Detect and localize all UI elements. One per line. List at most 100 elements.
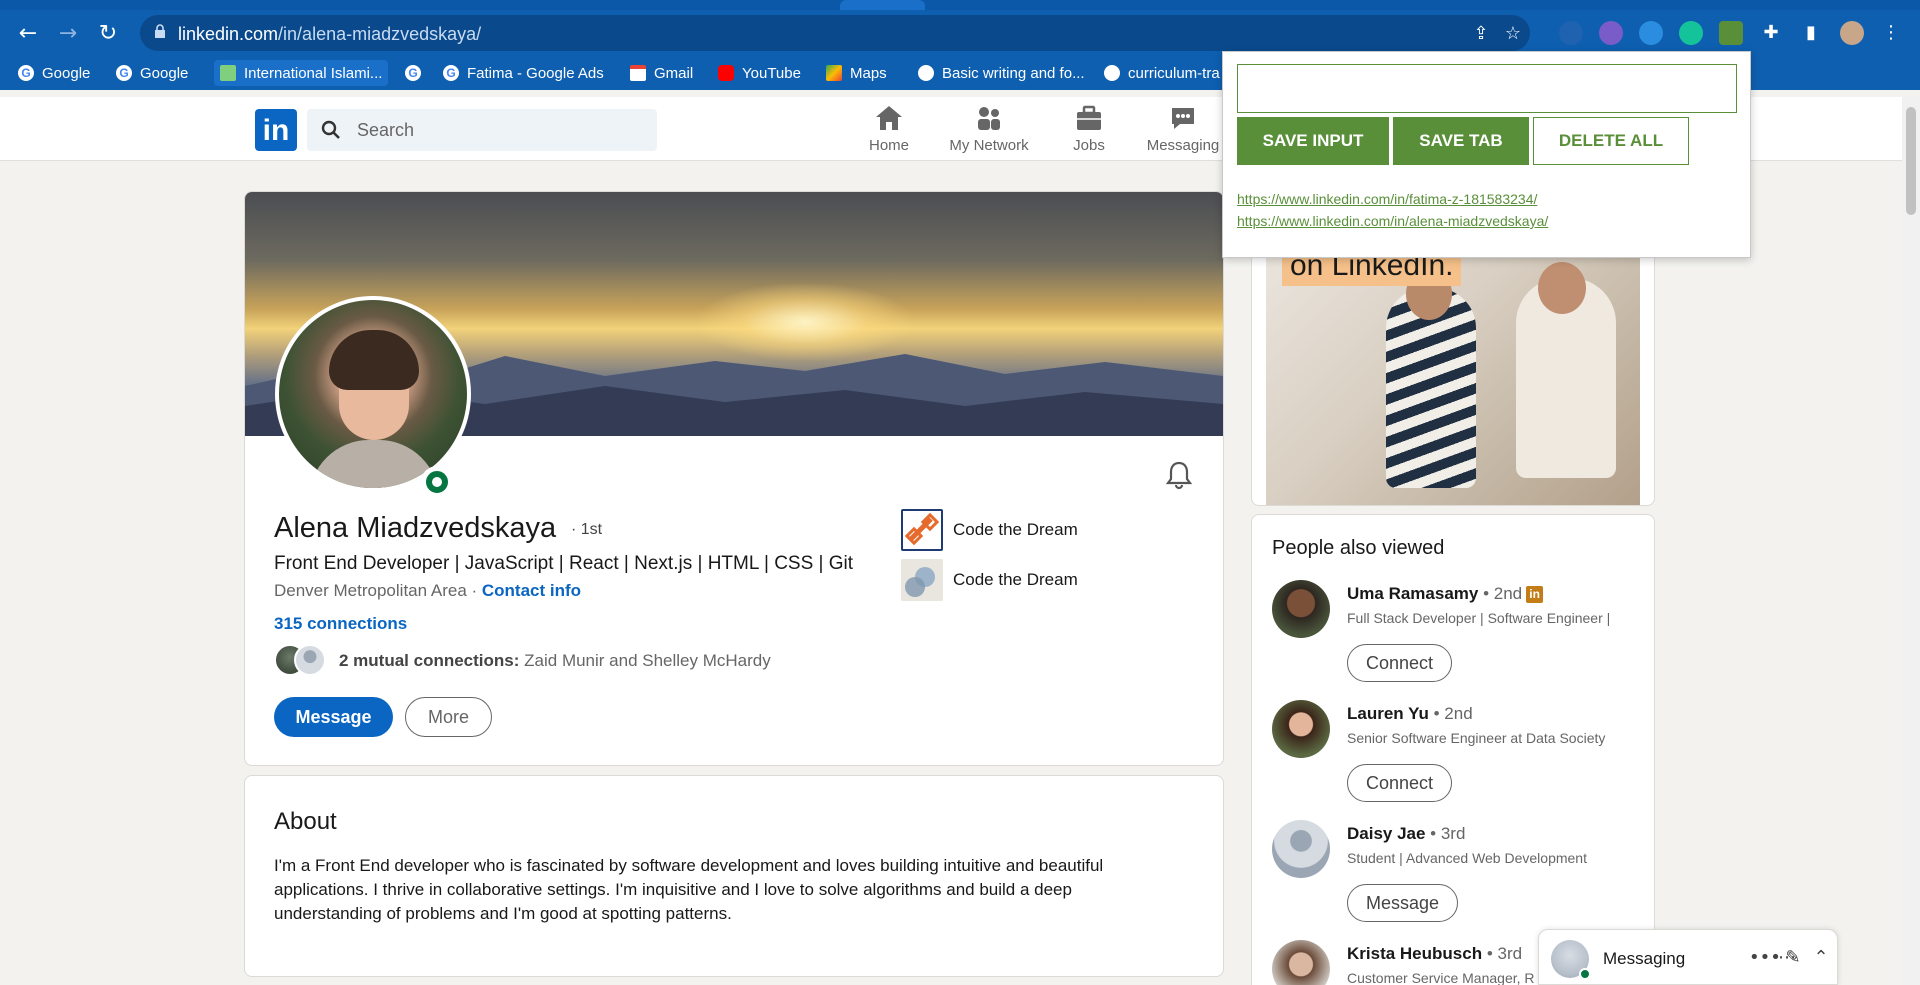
active-tab[interactable] — [840, 0, 925, 10]
profile-photo[interactable] — [275, 296, 471, 492]
location-text: Denver Metropolitan Area · — [274, 581, 482, 600]
connections-link[interactable]: 315 connections — [274, 614, 407, 634]
bookmark-fatima-ads[interactable]: G Fatima - Google Ads — [443, 62, 604, 84]
url-input[interactable] — [1237, 64, 1737, 113]
profile-location: Denver Metropolitan Area · Contact info — [274, 581, 581, 601]
compose-icon[interactable]: ✎ — [1781, 946, 1805, 970]
avatar[interactable] — [1272, 580, 1330, 638]
delete-all-button[interactable]: DELETE ALL — [1533, 117, 1689, 165]
ad-image[interactable]: on LinkedIn. — [1266, 246, 1640, 505]
nav-jobs[interactable]: Jobs — [1034, 103, 1144, 154]
bookmark-basic-writing[interactable]: Basic writing and fo... — [918, 62, 1085, 84]
person-name[interactable]: Lauren Yu • 2nd — [1347, 704, 1473, 724]
connect-button[interactable]: Connect — [1347, 764, 1453, 802]
reload-icon[interactable]: ↻ — [94, 20, 122, 48]
share-icon[interactable]: ⇪ — [1470, 23, 1492, 45]
extension-edge-icon[interactable] — [1639, 21, 1663, 45]
chevron-up-icon[interactable]: ⌃ — [1809, 946, 1833, 970]
jobs-icon — [1034, 103, 1144, 133]
mutual-count: 2 mutual connections: — [339, 651, 520, 670]
extension-pen-icon[interactable] — [1599, 21, 1623, 45]
scrollbar-thumb[interactable] — [1906, 107, 1916, 215]
about-text: I'm a Front End developer who is fascina… — [274, 856, 1104, 923]
bookmark-label: International Islami... — [244, 64, 383, 82]
messaging-bar[interactable]: Messaging ⋯ ••• ✎ ⌃ — [1538, 929, 1838, 985]
person-name[interactable]: Daisy Jae • 3rd — [1347, 824, 1465, 844]
nav-my-network[interactable]: My Network — [934, 103, 1044, 154]
avatar-hair — [329, 330, 419, 390]
page-scrollbar[interactable] — [1902, 97, 1920, 985]
ellipsis-icon[interactable]: ••• — [1749, 946, 1781, 970]
person-degree: • 2nd — [1478, 584, 1523, 603]
bookmark-label: Gmail — [654, 64, 694, 82]
bookmark-google[interactable]: G Google — [18, 62, 90, 84]
back-icon[interactable]: ← — [14, 20, 42, 48]
extension-popup: SAVE INPUT SAVE TAB DELETE ALL https://w… — [1222, 51, 1751, 258]
avatar — [279, 300, 467, 488]
save-input-button[interactable]: SAVE INPUT — [1237, 117, 1389, 165]
bookmark-curriculum[interactable]: curriculum-tra — [1104, 62, 1220, 84]
nav-home[interactable]: Home — [834, 103, 944, 154]
puzzle-icon[interactable]: ✚ — [1760, 22, 1782, 44]
avatar[interactable] — [1840, 21, 1864, 45]
person-degree: • 2nd — [1428, 704, 1473, 723]
more-button[interactable]: More — [405, 697, 492, 737]
person-degree: • 3rd — [1425, 824, 1466, 843]
about-title: About — [274, 808, 337, 835]
message-button[interactable]: Message — [274, 697, 393, 737]
person-name[interactable]: Uma Ramasamy • 2nd in — [1347, 584, 1544, 604]
experience-item[interactable]: Code the Dream — [901, 509, 1078, 551]
google-icon: G — [18, 65, 34, 81]
extension-profile-icon[interactable] — [1559, 21, 1583, 45]
messaging-icon — [1134, 103, 1232, 133]
bookmark-youtube[interactable]: YouTube — [718, 62, 801, 84]
avatar[interactable] — [1272, 700, 1330, 758]
linkedin-logo[interactable]: in — [255, 109, 297, 151]
save-tabs-extension-icon[interactable] — [1719, 21, 1743, 45]
bookmark-international[interactable]: International Islami... — [214, 60, 389, 86]
nav-label: My Network — [949, 137, 1029, 154]
sidepanel-icon[interactable]: ▮ — [1800, 22, 1822, 44]
profile-card: Alena Miadzvedskaya · 1st Front End Deve… — [244, 191, 1224, 766]
bookmark-google[interactable]: G Google — [116, 62, 188, 84]
url-text: linkedin.com/in/alena-miadzvedskaya/ — [178, 24, 481, 45]
forward-icon[interactable]: → — [54, 20, 82, 48]
github-icon — [918, 65, 934, 81]
avatar[interactable] — [1272, 820, 1330, 878]
bookmark-maps[interactable]: Maps — [826, 62, 887, 84]
connect-button[interactable]: Connect — [1347, 644, 1453, 682]
site-icon — [220, 65, 236, 81]
bookmark-google[interactable]: G — [405, 62, 429, 84]
bookmark-label: Google — [42, 64, 91, 82]
star-icon[interactable]: ☆ — [1502, 23, 1524, 45]
url-path: /in/alena-miadzvedskaya/ — [278, 24, 482, 44]
youtube-icon — [718, 65, 734, 81]
grammarly-icon[interactable] — [1679, 21, 1703, 45]
people-also-viewed-title: People also viewed — [1272, 537, 1445, 559]
nav-messaging[interactable]: Messaging — [1134, 103, 1232, 154]
contact-info-link[interactable]: Contact info — [482, 581, 581, 600]
message-button[interactable]: Message — [1347, 884, 1459, 922]
saved-link[interactable]: https://www.linkedin.com/in/alena-miadzv… — [1237, 213, 1548, 229]
search-input[interactable]: Search — [307, 109, 657, 151]
avatar-body — [309, 440, 439, 488]
experience-name: Code the Dream — [953, 520, 1078, 539]
google-icon: G — [116, 65, 132, 81]
education-item[interactable]: Code the Dream — [901, 559, 1078, 601]
messaging-label: Messaging — [1603, 949, 1686, 968]
person-name[interactable]: Krista Heubusch • 3rd — [1347, 944, 1522, 964]
ad-person-head — [1538, 262, 1586, 314]
nav-label: Messaging — [1146, 137, 1220, 154]
about-card: About I'm a Front End developer who is f… — [244, 775, 1224, 977]
address-bar[interactable]: linkedin.com/in/alena-miadzvedskaya/ ⇪ ☆ — [140, 15, 1530, 51]
mutual-connections[interactable]: 2 mutual connections: Zaid Munir and She… — [339, 651, 771, 671]
bookmark-gmail[interactable]: Gmail — [630, 62, 693, 84]
bell-icon[interactable] — [1165, 460, 1193, 490]
school-placeholder-icon — [901, 559, 943, 601]
kebab-menu-icon[interactable]: ⋮ — [1880, 22, 1902, 44]
avatar[interactable] — [1272, 940, 1330, 985]
save-tab-button[interactable]: SAVE TAB — [1393, 117, 1529, 165]
home-icon — [834, 103, 944, 133]
google-icon: G — [443, 65, 459, 81]
saved-link[interactable]: https://www.linkedin.com/in/fatima-z-181… — [1237, 191, 1537, 207]
